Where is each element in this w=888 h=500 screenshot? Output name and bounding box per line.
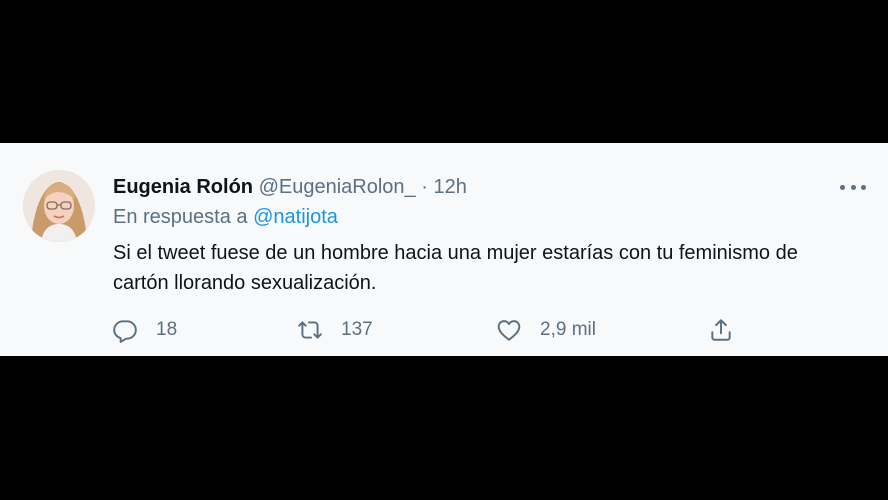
more-horizontal-icon — [840, 184, 845, 190]
share-icon — [711, 319, 731, 341]
heart-icon — [497, 320, 521, 341]
tweet-text: Si el tweet fuese de un hombre hacia una… — [113, 242, 798, 294]
reply-context: En respuesta a @natijota — [113, 203, 868, 231]
more-horizontal-icon — [850, 184, 856, 190]
reply-count: 18 — [156, 319, 178, 340]
avatar-image — [23, 170, 95, 242]
retweet-button[interactable]: 137 — [297, 315, 373, 345]
reply-prefix: En respuesta a — [113, 206, 248, 228]
reply-mention-link[interactable]: @natijota — [253, 206, 338, 228]
tweet-actions-bar: 18 137 2,9 mil — [112, 315, 762, 345]
display-name[interactable]: Eugenia Rolón — [113, 176, 253, 198]
retweet-icon — [298, 321, 322, 339]
reply-icon — [113, 320, 137, 343]
reply-button[interactable]: 18 — [112, 315, 177, 345]
like-count: 2,9 mil — [540, 319, 596, 340]
share-button[interactable] — [708, 315, 734, 345]
tweet-header: Eugenia Rolón @EugeniaRolon_ · 12h — [113, 173, 868, 201]
tweet-content: Eugenia Rolón @EugeniaRolon_ · 12h En re… — [113, 173, 868, 298]
like-button[interactable]: 2,9 mil — [496, 315, 596, 345]
more-options-button[interactable] — [840, 177, 866, 197]
screenshot-frame: Eugenia Rolón @EugeniaRolon_ · 12h En re… — [0, 0, 888, 500]
user-handle[interactable]: @EugeniaRolon_ — [259, 176, 416, 198]
timestamp[interactable]: 12h — [433, 176, 466, 198]
retweet-count: 137 — [341, 319, 373, 340]
more-horizontal-icon — [861, 184, 866, 190]
separator-dot: · — [421, 176, 428, 198]
tweet-card[interactable]: Eugenia Rolón @EugeniaRolon_ · 12h En re… — [0, 143, 888, 356]
avatar[interactable] — [23, 170, 95, 242]
